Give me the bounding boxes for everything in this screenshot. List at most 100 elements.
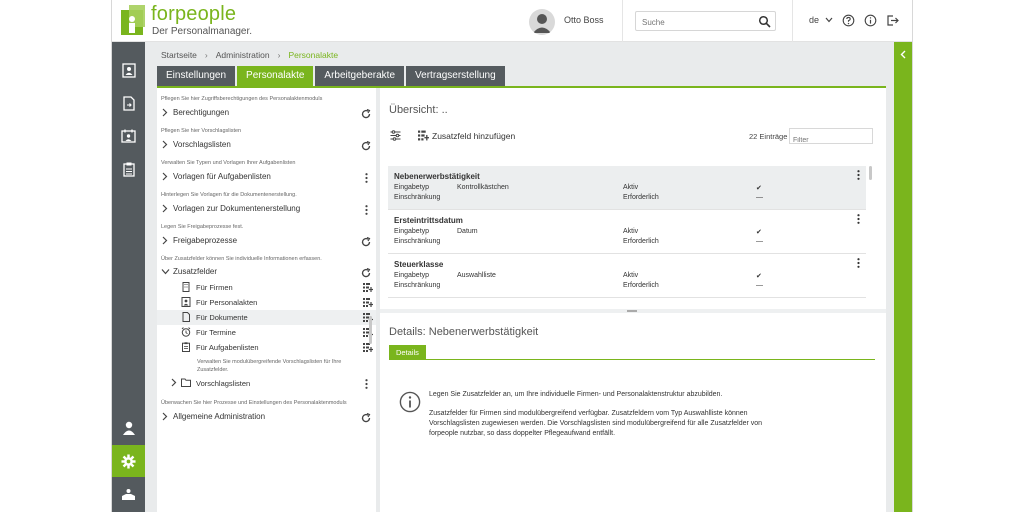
avatar[interactable] [529, 9, 555, 35]
field-type-label: Eingabetyp [394, 184, 430, 191]
search-icon[interactable] [758, 15, 771, 28]
section-allgemeine-administration[interactable]: Allgemeine Administration [173, 412, 265, 421]
logo-icon [121, 5, 145, 35]
field-active-label: Aktiv [623, 272, 639, 279]
chevron-right-icon[interactable] [161, 204, 168, 213]
tree-item-fuer-personalakten[interactable]: Für Personalakten [157, 295, 376, 310]
filter-input[interactable] [790, 133, 870, 148]
chevron-right-icon[interactable] [170, 378, 177, 387]
section-vorlagen-dokumentenerstellung[interactable]: Vorlagen zur Dokumentenerstellung [173, 204, 300, 213]
refresh-icon[interactable] [361, 109, 371, 119]
scrollbar-thumb[interactable] [369, 316, 372, 344]
section-berechtigungen[interactable]: Berechtigungen [173, 108, 229, 117]
details-prefix: Details: [389, 326, 426, 338]
breadcrumb-home[interactable]: Startseite [161, 50, 197, 60]
help-icon[interactable] [842, 14, 855, 27]
chevron-right-icon[interactable] [161, 140, 168, 149]
field-card-title: Steuerklasse [394, 260, 444, 269]
chevron-left-icon[interactable] [900, 50, 907, 59]
right-sidebar-toggle[interactable] [894, 42, 912, 512]
search-input[interactable] [636, 13, 754, 32]
chevron-down-icon[interactable] [161, 268, 170, 275]
user-avatar-icon [533, 14, 551, 33]
more-menu-icon[interactable] [365, 205, 368, 215]
overview-panel: Übersicht: .. Zusatzfeld hinzufügen 22 E… [380, 88, 886, 512]
add-to-list-icon[interactable] [363, 283, 373, 292]
nav-support[interactable] [112, 479, 145, 511]
field-restriction-label: Einschränkung [394, 238, 441, 245]
language-select[interactable]: de [809, 15, 833, 25]
refresh-icon[interactable] [361, 141, 371, 151]
section-description: Pflegen Sie hier Zugriffsberechtigungen … [161, 96, 323, 102]
section-description: Zusatzfelder. [197, 367, 229, 373]
clipboard-icon [182, 342, 190, 352]
scrollbar-thumb[interactable] [869, 166, 872, 180]
refresh-icon[interactable] [361, 413, 371, 423]
field-required-mark: — [756, 282, 763, 289]
refresh-icon[interactable] [361, 237, 371, 247]
add-to-list-icon[interactable] [418, 130, 429, 141]
tree-item-fuer-firmen[interactable]: Für Firmen [157, 280, 376, 295]
field-type-label: Eingabetyp [394, 272, 430, 279]
field-card-title: Nebenerwerbstätigkeit [394, 172, 480, 181]
add-to-list-icon[interactable] [363, 343, 373, 352]
more-menu-icon[interactable] [857, 214, 860, 224]
hands-help-icon [122, 489, 135, 500]
entry-count: 22 Einträge [749, 132, 788, 141]
info-text: Legen Sie Zusatzfelder an, um Ihre indiv… [429, 391, 723, 398]
field-active-label: Aktiv [623, 228, 639, 235]
tree-item-fuer-termine[interactable]: Für Termine [157, 325, 376, 340]
user-name[interactable]: Otto Boss [564, 15, 604, 25]
field-restriction-label: Einschränkung [394, 194, 441, 201]
field-card[interactable]: Ersteintrittsdatum Eingabetyp Datum Akti… [388, 210, 866, 254]
section-zusatzfelder[interactable]: Zusatzfelder [173, 267, 217, 276]
breadcrumb-administration[interactable]: Administration [216, 50, 270, 60]
add-to-list-icon[interactable] [363, 298, 373, 307]
search-field[interactable] [635, 11, 776, 32]
section-vorschlagslisten[interactable]: Vorschlagslisten [173, 140, 231, 149]
nav-user[interactable] [112, 412, 145, 444]
splitter-grip-icon[interactable] [627, 310, 637, 312]
section-description: Pflegen Sie hier Vorschlagslisten [161, 128, 242, 134]
logout-icon[interactable] [886, 14, 899, 27]
more-menu-icon[interactable] [857, 170, 860, 180]
chevron-right-icon[interactable] [161, 108, 168, 117]
more-menu-icon[interactable] [365, 379, 368, 389]
field-required-label: Erforderlich [623, 282, 659, 289]
tab-details[interactable]: Details [389, 345, 426, 360]
section-freigabeprozesse[interactable]: Freigabeprozesse [173, 236, 237, 245]
section-description: Hinterlegen Sie Vorlagen für die Dokumen… [161, 192, 297, 198]
tree-item-vorschlagslisten[interactable]: Vorschlagslisten [196, 379, 250, 388]
chevron-right-icon[interactable] [161, 412, 168, 421]
add-field-button[interactable]: Zusatzfeld hinzufügen [432, 131, 515, 141]
nav-tasks[interactable] [112, 153, 145, 185]
tree-item-fuer-dokumente[interactable]: Für Dokumente [157, 310, 376, 325]
field-active-label: Aktiv [623, 184, 639, 191]
field-active-mark: ✔ [756, 229, 762, 236]
section-vorlagen-aufgabenlisten[interactable]: Vorlagen für Aufgabenlisten [173, 172, 271, 181]
divider [622, 0, 623, 42]
tab-personalakte[interactable]: Personalakte [237, 66, 314, 86]
chevron-right-icon[interactable] [161, 172, 168, 181]
more-menu-icon[interactable] [365, 173, 368, 183]
alarm-clock-icon [181, 327, 191, 337]
nav-calendar[interactable] [112, 120, 145, 152]
nav-documents[interactable] [112, 87, 145, 119]
tab-vertragserstellung[interactable]: Vertragserstellung [406, 66, 505, 86]
filter-settings-icon[interactable] [390, 130, 401, 141]
nav-personnel-files[interactable] [112, 54, 145, 86]
details-name: Nebenerwerbstätigkeit [428, 326, 539, 338]
tab-arbeitgeberakte[interactable]: Arbeitgeberakte [315, 66, 405, 86]
info-icon[interactable] [864, 14, 877, 27]
more-menu-icon[interactable] [857, 258, 860, 268]
filter-field[interactable] [789, 128, 873, 148]
chevron-right-icon[interactable] [161, 236, 168, 245]
refresh-icon[interactable] [361, 268, 371, 278]
tree-item-label: Für Dokumente [196, 313, 248, 322]
field-card[interactable]: Steuerklasse Eingabetyp Auswahlliste Akt… [388, 254, 866, 298]
tab-einstellungen[interactable]: Einstellungen [157, 66, 236, 86]
tree-item-fuer-aufgabenlisten[interactable]: Für Aufgabenlisten [157, 340, 376, 355]
nav-settings[interactable] [112, 445, 145, 477]
field-card[interactable]: Nebenerwerbstätigkeit Eingabetyp Kontrol… [388, 166, 866, 210]
main-content: Startseite › Administration › Personalak… [145, 42, 894, 512]
